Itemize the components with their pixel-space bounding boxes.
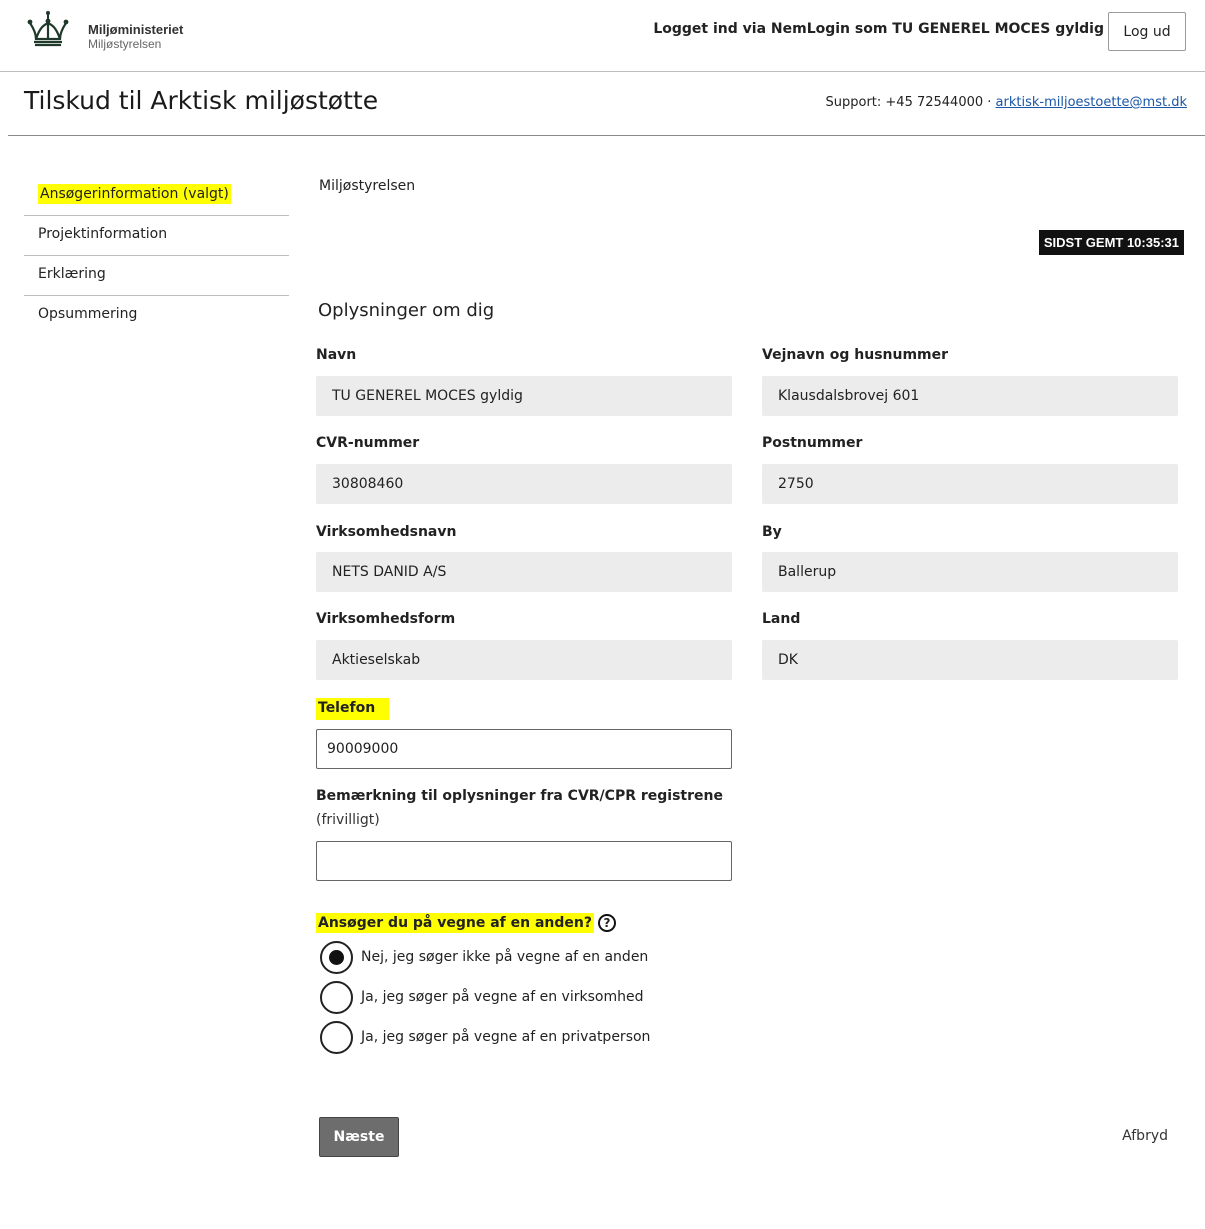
phone-input[interactable] bbox=[316, 729, 732, 769]
sidebar-item-erklaering[interactable]: Erklæring bbox=[24, 256, 289, 296]
radio-label: Nej, jeg søger ikke på vegne af en anden bbox=[361, 949, 649, 965]
page-title: Tilskud til Arktisk miljøstøtte bbox=[24, 86, 379, 115]
name-value: TU GENEREL MOCES gyldig bbox=[316, 376, 732, 416]
support-email-link[interactable]: arktisk-miljoestoette@mst.dk bbox=[996, 95, 1187, 110]
title-bar: Tilskud til Arktisk miljøstøtte Support:… bbox=[8, 72, 1205, 136]
cancel-link[interactable]: Afbryd bbox=[1122, 1128, 1168, 1144]
city-label: By bbox=[762, 524, 782, 540]
street-label: Vejnavn og husnummer bbox=[762, 347, 949, 363]
organization-name: Miljøstyrelsen bbox=[319, 178, 416, 194]
postal-code-value: 2750 bbox=[762, 464, 1178, 504]
section-title: Oplysninger om dig bbox=[318, 300, 495, 321]
city-value: Ballerup bbox=[762, 552, 1178, 592]
next-button[interactable]: Næste bbox=[319, 1117, 399, 1157]
radio-button[interactable] bbox=[320, 1020, 353, 1054]
country-value: DK bbox=[762, 640, 1178, 680]
remark-input[interactable] bbox=[316, 841, 732, 881]
phone-label-text: Telefon bbox=[316, 698, 390, 720]
logo-agency: Miljøstyrelsen bbox=[88, 37, 162, 51]
top-bar: Miljøministeriet Miljøstyrelsen Logget i… bbox=[0, 0, 1205, 72]
company-name-value: NETS DANID A/S bbox=[316, 552, 732, 592]
login-status: Logget ind via NemLogin som TU GENEREL M… bbox=[653, 21, 1104, 37]
logout-button[interactable]: Log ud bbox=[1108, 12, 1186, 51]
support-phone: Support: +45 72544000 · bbox=[825, 95, 996, 110]
cvr-label: CVR-nummer bbox=[316, 435, 420, 451]
radio-option-private[interactable]: Ja, jeg søger på vegne af en privatperso… bbox=[320, 1020, 650, 1054]
crown-icon bbox=[27, 11, 69, 47]
company-name-label: Virksomhedsnavn bbox=[316, 524, 457, 540]
radio-option-no[interactable]: Nej, jeg søger ikke på vegne af en anden bbox=[320, 940, 648, 974]
question-circle-icon[interactable]: ? bbox=[598, 914, 616, 932]
phone-label: Telefon bbox=[316, 698, 390, 720]
country-label: Land bbox=[762, 611, 801, 627]
logo-text: Miljøministeriet Miljøstyrelsen bbox=[88, 22, 183, 52]
company-form-value: Aktieselskab bbox=[316, 640, 732, 680]
sidebar-item-label: Ansøgerinformation (valgt) bbox=[38, 184, 231, 204]
on-behalf-question: Ansøger du på vegne af en anden?? bbox=[316, 913, 616, 933]
last-saved-badge: SIDST GEMT 10:35:31 bbox=[1038, 230, 1184, 255]
sidebar-item-ansoegerinformation[interactable]: Ansøgerinformation (valgt) bbox=[24, 176, 289, 216]
sidebar-item-opsummering[interactable]: Opsummering bbox=[24, 296, 289, 336]
support-info: Support: +45 72544000 · arktisk-miljoest… bbox=[826, 95, 1188, 110]
cvr-value: 30808460 bbox=[316, 464, 732, 504]
remark-optional-hint: (frivilligt) bbox=[316, 812, 380, 828]
radio-label: Ja, jeg søger på vegne af en virksomhed bbox=[361, 989, 644, 1005]
on-behalf-question-label: Ansøger du på vegne af en anden? bbox=[316, 913, 594, 933]
postal-code-label: Postnummer bbox=[762, 435, 863, 451]
remark-label: Bemærkning til oplysninger fra CVR/CPR r… bbox=[316, 788, 723, 804]
sidebar-item-projektinformation[interactable]: Projektinformation bbox=[24, 216, 289, 256]
name-label: Navn bbox=[316, 347, 357, 363]
street-value: Klausdalsbrovej 601 bbox=[762, 376, 1178, 416]
logo-ministry: Miljøministeriet bbox=[88, 22, 184, 37]
company-form-label: Virksomhedsform bbox=[316, 611, 456, 627]
radio-label: Ja, jeg søger på vegne af en privatperso… bbox=[361, 1029, 651, 1045]
radio-button[interactable] bbox=[320, 980, 353, 1014]
side-navigation: Ansøgerinformation (valgt) Projektinform… bbox=[24, 176, 289, 336]
radio-option-company[interactable]: Ja, jeg søger på vegne af en virksomhed bbox=[320, 980, 643, 1014]
radio-button-checked[interactable] bbox=[320, 940, 353, 974]
